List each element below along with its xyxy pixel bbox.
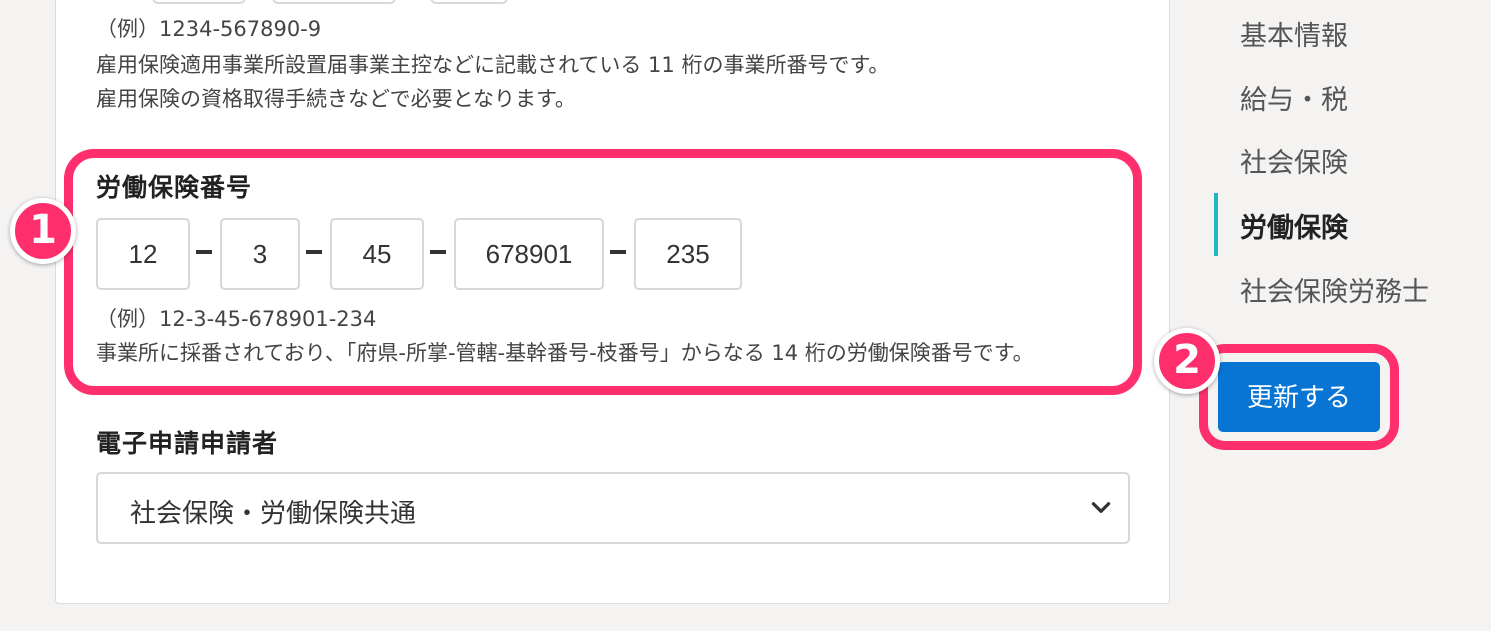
annotation-badge-1: 1: [10, 198, 76, 264]
sidebar-item-basic-info[interactable]: 基本情報: [1240, 14, 1348, 53]
labor-insurance-base-number-input[interactable]: 678901: [454, 218, 604, 290]
dash-separator: [306, 250, 322, 254]
employment-insurance-input-2[interactable]: [272, 0, 396, 4]
dash-separator: [610, 250, 626, 254]
sidebar-item-social-insurance[interactable]: 社会保険: [1240, 141, 1348, 180]
annotation-badge-2: 2: [1154, 328, 1220, 394]
chevron-down-icon: [1091, 502, 1111, 513]
electronic-applicant-selected-value: 社会保険・労働保険共通: [130, 499, 417, 529]
sidebar-item-labor-consultant[interactable]: 社会保険労務士: [1240, 270, 1429, 309]
employment-insurance-input-1[interactable]: [152, 0, 246, 4]
employment-insurance-example: （例）1234-567890-9: [96, 17, 322, 41]
dash-separator: [430, 250, 446, 254]
electronic-applicant-title: 電子申請申請者: [96, 429, 279, 458]
labor-insurance-office-input[interactable]: 45: [330, 218, 424, 290]
labor-insurance-jurisdiction-input[interactable]: 3: [220, 218, 300, 290]
labor-insurance-branch-number-input[interactable]: 235: [634, 218, 742, 290]
labor-insurance-title: 労働保険番号: [96, 173, 253, 202]
employment-insurance-description: 雇用保険適用事業所設置届事業主控などに記載されている 11 桁の事業所番号です。: [96, 53, 890, 77]
sidebar-active-indicator: [1214, 193, 1218, 256]
sidebar-item-salary-tax[interactable]: 給与・税: [1240, 78, 1348, 117]
employment-insurance-description-2: 雇用保険の資格取得手続きなどで必要となります。: [96, 87, 576, 111]
electronic-applicant-select[interactable]: 社会保険・労働保険共通: [96, 472, 1130, 544]
sidebar-item-labor-insurance[interactable]: 労働保険: [1240, 206, 1348, 245]
update-button[interactable]: 更新する: [1218, 362, 1380, 432]
employment-insurance-input-3[interactable]: [430, 0, 508, 4]
labor-insurance-example: （例）12-3-45-678901-234: [96, 307, 377, 331]
labor-insurance-prefecture-input[interactable]: 12: [96, 218, 190, 290]
labor-insurance-description: 事業所に採番されており、「府県-所掌-管轄-基幹番号-枝番号」からなる 14 桁…: [96, 341, 1034, 365]
dash-separator: [196, 250, 212, 254]
